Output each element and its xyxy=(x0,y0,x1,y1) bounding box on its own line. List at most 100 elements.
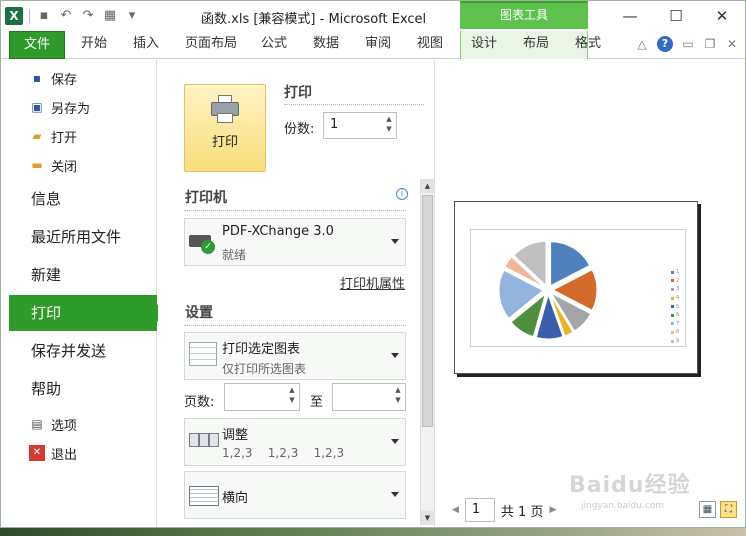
legend-entry: 4 xyxy=(671,294,679,303)
collate-sub: 1,2,3 1,2,3 1,2,3 xyxy=(222,446,345,460)
close-folder-icon: ▬ xyxy=(31,158,43,172)
menu-item-save-as[interactable]: ▣ 另存为 xyxy=(29,96,90,118)
legend-label: 3 xyxy=(676,286,680,293)
menu-item-open[interactable]: ▰ 打开 xyxy=(29,125,77,147)
doc-close-icon[interactable]: ✕ xyxy=(725,37,739,51)
title-bar: X ▪ ↶ ↷ ▦ ▾ 图表工具 函数.xls [兼容模式] - Microso… xyxy=(1,1,745,31)
undo-icon[interactable]: ↶ xyxy=(58,8,74,24)
tab-design[interactable]: 设计 xyxy=(465,31,503,59)
show-margins-icon[interactable]: ▦ xyxy=(699,501,716,518)
tab-data[interactable]: 数据 xyxy=(307,31,345,59)
spinner-arrows-icon[interactable]: ▲ ▼ xyxy=(393,385,403,405)
legend-swatch xyxy=(671,339,674,343)
tab-view[interactable]: 视图 xyxy=(411,31,449,59)
legend-entry: 8 xyxy=(671,328,679,337)
legend-label: 9 xyxy=(676,338,680,345)
info-icon[interactable]: i xyxy=(396,188,408,200)
print-button[interactable]: 打印 xyxy=(184,84,266,172)
legend-label: 8 xyxy=(676,329,680,336)
page-total-label: 共 1 页 xyxy=(500,504,544,520)
exit-icon: ✕ xyxy=(29,445,45,461)
zoom-to-page-icon[interactable]: ⛶ xyxy=(720,501,737,518)
tab-insert[interactable]: 插入 xyxy=(127,31,165,59)
redo-icon[interactable]: ↷ xyxy=(80,8,96,24)
print-preview-pane: 123456789 ◀ 1 共 1 页 ▶ ▦ ⛶ xyxy=(436,60,745,527)
legend-entry: 2 xyxy=(671,277,679,286)
calculator-icon[interactable]: ▦ xyxy=(102,8,118,24)
printer-name: PDF-XChange 3.0 xyxy=(222,224,334,239)
pages-to-spinner[interactable]: ▲ ▼ xyxy=(332,383,406,411)
menu-item-label: 关闭 xyxy=(51,159,78,175)
save-icon[interactable]: ▪ xyxy=(36,8,52,24)
collate-dropdown[interactable]: 调整 1,2,3 1,2,3 1,2,3 xyxy=(184,418,406,466)
print-heading: 打印 xyxy=(284,85,312,101)
menu-item-save[interactable]: ▪ 保存 xyxy=(29,67,77,89)
spinner-arrows-icon[interactable]: ▲ ▼ xyxy=(287,385,297,405)
menu-item-recent[interactable]: 最近所用文件 xyxy=(9,219,157,255)
pages-label: 页数: xyxy=(184,395,215,410)
print-what-dropdown[interactable]: 打印选定图表 仅打印所选图表 xyxy=(184,332,406,380)
tab-home[interactable]: 开始 xyxy=(75,31,113,59)
tab-file[interactable]: 文件 xyxy=(9,31,65,59)
menu-item-print[interactable]: 打印 xyxy=(9,295,166,331)
printer-status: 就绪 xyxy=(222,248,247,262)
menu-item-help[interactable]: 帮助 xyxy=(9,371,157,407)
chevron-down-icon xyxy=(391,439,399,444)
menu-item-options[interactable]: ▤ 选项 xyxy=(29,413,77,435)
copies-spinner[interactable]: 1 ▲ ▼ xyxy=(323,112,397,139)
orientation-label: 横向 xyxy=(222,491,249,506)
tab-formulas[interactable]: 公式 xyxy=(255,31,293,59)
print-what-label: 打印选定图表 xyxy=(222,342,301,357)
current-page-input[interactable]: 1 xyxy=(464,498,495,522)
printer-properties-link[interactable]: 打印机属性 xyxy=(340,273,405,292)
help-icon[interactable]: ? xyxy=(657,36,673,52)
spinner-arrows-icon[interactable]: ▲ ▼ xyxy=(384,114,394,134)
tab-review[interactable]: 审阅 xyxy=(359,31,397,59)
settings-scrollbar[interactable]: ▲ ▼ xyxy=(420,179,434,525)
prev-page-icon[interactable]: ◀ xyxy=(452,505,459,515)
doc-restore-icon[interactable]: ❐ xyxy=(703,37,717,51)
ribbon-right-controls: △ ? ▭ ❐ ✕ xyxy=(635,36,739,52)
menu-item-close[interactable]: ▬ 关闭 xyxy=(29,154,77,176)
menu-item-info[interactable]: 信息 xyxy=(9,181,157,217)
legend-entry: 6 xyxy=(671,311,679,320)
close-button[interactable]: ✕ xyxy=(699,1,745,31)
chart-tools-context-band: 图表工具 xyxy=(460,1,588,29)
customize-qat-icon[interactable]: ▾ xyxy=(124,8,140,24)
legend-swatch xyxy=(671,330,674,334)
copies-label: 份数: xyxy=(284,122,315,137)
pages-from-spinner[interactable]: ▲ ▼ xyxy=(224,383,300,411)
printer-dropdown[interactable]: ✓ PDF-XChange 3.0 就绪 xyxy=(184,218,406,266)
qat-separator xyxy=(29,9,30,23)
settings-heading: 设置 xyxy=(185,305,213,321)
menu-item-exit[interactable]: ✕ 退出 xyxy=(29,442,77,464)
minimize-ribbon-icon[interactable]: △ xyxy=(635,37,649,51)
orientation-dropdown[interactable]: 横向 xyxy=(184,471,406,519)
doc-minimize-icon[interactable]: ▭ xyxy=(681,37,695,51)
tab-format[interactable]: 格式 xyxy=(569,31,607,59)
maximize-button[interactable]: ☐ xyxy=(653,1,699,31)
backstage-menu: ▪ 保存 ▣ 另存为 ▰ 打开 ▬ 关闭 信息 最近所用文件 新建 打印 保存并… xyxy=(1,60,166,527)
window-controls: — ☐ ✕ xyxy=(607,1,745,31)
menu-item-label: 选项 xyxy=(51,418,78,434)
menu-item-save-send[interactable]: 保存并发送 xyxy=(9,333,157,369)
tab-layout[interactable]: 布局 xyxy=(517,31,555,59)
legend-swatch xyxy=(671,287,674,291)
legend-swatch xyxy=(671,270,674,274)
minimize-button[interactable]: — xyxy=(607,1,653,31)
scroll-down-icon[interactable]: ▼ xyxy=(421,511,434,525)
menu-item-new[interactable]: 新建 xyxy=(9,257,157,293)
watermark-logo: Baidu经验 xyxy=(569,473,691,498)
next-page-icon[interactable]: ▶ xyxy=(549,505,556,515)
tab-page-layout[interactable]: 页面布局 xyxy=(181,31,241,59)
scroll-thumb[interactable] xyxy=(422,195,433,427)
menu-item-label: 打开 xyxy=(51,130,78,146)
legend-label: 6 xyxy=(676,312,680,319)
legend-swatch xyxy=(671,305,674,309)
save-icon: ▪ xyxy=(32,71,42,85)
legend-label: 4 xyxy=(676,295,680,302)
chevron-down-icon xyxy=(391,492,399,497)
print-button-label: 打印 xyxy=(211,135,238,150)
scroll-up-icon[interactable]: ▲ xyxy=(421,179,434,193)
excel-logo-icon[interactable]: X xyxy=(5,7,23,25)
